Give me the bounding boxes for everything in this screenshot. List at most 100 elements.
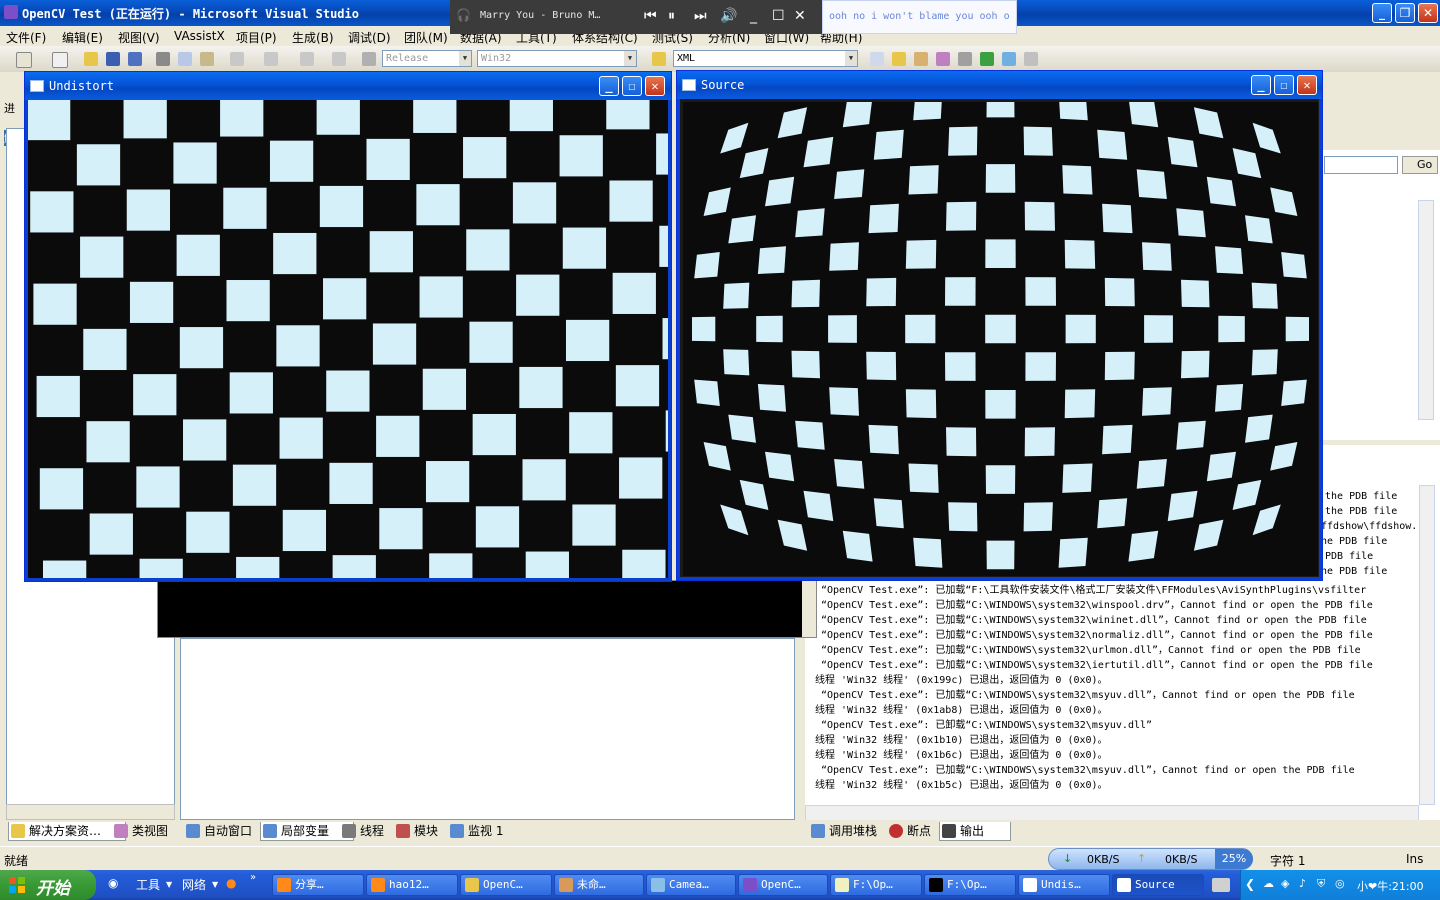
next-track-icon[interactable]: ⏭ bbox=[694, 8, 707, 24]
tab-label: 局部变量 bbox=[281, 824, 330, 838]
properties-scrollbar[interactable] bbox=[1418, 200, 1434, 420]
source-window[interactable]: Source _ ☐ ✕ bbox=[676, 70, 1323, 581]
navigate-back-icon[interactable] bbox=[300, 52, 314, 66]
add-item-icon[interactable] bbox=[52, 52, 68, 68]
menu-vassistx[interactable]: VAssistX bbox=[174, 29, 225, 43]
tab-watch-1[interactable]: 监视 1 bbox=[448, 822, 532, 840]
undistort-maximize-button[interactable]: ☐ bbox=[622, 76, 642, 96]
taskbar-item[interactable]: 分享… bbox=[272, 874, 364, 896]
restore-button[interactable]: ❐ bbox=[1395, 3, 1415, 23]
console-window[interactable] bbox=[157, 580, 817, 638]
taskbar-item[interactable]: F:\Op… bbox=[830, 874, 922, 896]
taskbar-item[interactable]: Camea… bbox=[646, 874, 736, 896]
undistorted-checkerboard bbox=[28, 100, 668, 578]
player-maximize-icon[interactable]: ☐ bbox=[772, 8, 785, 24]
security-icon[interactable]: ◎ bbox=[1335, 877, 1345, 890]
tab-solution-explorer[interactable]: 解决方案资… bbox=[8, 822, 126, 841]
quicklaunch-network[interactable]: 网络 bbox=[182, 876, 206, 893]
previous-track-icon[interactable]: ⏮ bbox=[644, 8, 657, 24]
output-vertical-scrollbar[interactable] bbox=[1419, 485, 1435, 805]
toolbox-icon[interactable] bbox=[936, 52, 950, 66]
pause-icon[interactable]: ⏸ bbox=[668, 8, 675, 24]
console-scrollbar[interactable] bbox=[802, 581, 816, 637]
taskbar-item[interactable]: 未命… bbox=[554, 874, 644, 896]
minimize-button[interactable]: _ bbox=[1372, 3, 1392, 23]
solution-platform-combo[interactable]: Win32 ▼ bbox=[477, 50, 637, 67]
ie-icon[interactable]: ◉ bbox=[108, 876, 118, 890]
undistort-minimize-button[interactable]: _ bbox=[599, 76, 619, 96]
save-icon[interactable] bbox=[106, 52, 120, 66]
find-combo[interactable]: XML ▼ bbox=[673, 50, 858, 67]
solution-horizontal-scrollbar[interactable] bbox=[6, 804, 175, 820]
more-chevron-icon[interactable]: » bbox=[250, 872, 256, 883]
copy-icon[interactable] bbox=[178, 52, 192, 66]
qq-icon[interactable]: ◈ bbox=[1281, 877, 1289, 890]
volume-icon[interactable]: 🔊 bbox=[720, 8, 737, 24]
close-button[interactable]: ✕ bbox=[1418, 3, 1438, 23]
undistort-close-button[interactable]: ✕ bbox=[645, 76, 665, 96]
checker-square bbox=[232, 464, 277, 506]
chevron-down-icon[interactable]: ▼ bbox=[212, 880, 218, 889]
music-player-bar[interactable]: 🎧 Marry You - Bruno M… ⏮ ⏸ ⏭ 🔊 _ ☐ ✕ bbox=[450, 0, 822, 34]
undistort-title-bar[interactable]: Undistort _ ☐ ✕ bbox=[25, 72, 671, 100]
menu-debug[interactable]: 调试(D) bbox=[348, 29, 391, 46]
window-icon[interactable] bbox=[1002, 52, 1016, 66]
source-minimize-button[interactable]: _ bbox=[1251, 75, 1271, 95]
menu-file[interactable]: 文件(F) bbox=[6, 29, 46, 46]
menu-project[interactable]: 项目(P) bbox=[236, 29, 277, 46]
network-speed-widget[interactable]: ↓ 0KB/S ↑ 0KB/S 25% bbox=[1048, 848, 1253, 870]
solution-config-combo[interactable]: Release ▼ bbox=[382, 50, 472, 67]
checker-square bbox=[559, 135, 603, 177]
editor-area[interactable] bbox=[180, 638, 795, 820]
paste-icon[interactable] bbox=[200, 52, 214, 66]
new-project-icon[interactable] bbox=[16, 52, 32, 68]
taskbar-item[interactable]: Source bbox=[1112, 874, 1204, 896]
menu-view[interactable]: 视图(V) bbox=[118, 29, 160, 46]
chevron-down-icon[interactable]: ▼ bbox=[166, 880, 172, 889]
output-line: “OpenCV Test.exe”: 已加载“C:\WINDOWS\system… bbox=[821, 600, 1373, 611]
tray-collapse-icon[interactable]: ❮ bbox=[1245, 877, 1255, 891]
taskbar-item[interactable]: OpenC… bbox=[738, 874, 828, 896]
navigate-forward-icon[interactable] bbox=[332, 52, 346, 66]
source-title-bar[interactable]: Source _ ☐ ✕ bbox=[677, 71, 1322, 99]
menu-edit[interactable]: 编辑(E) bbox=[62, 29, 103, 46]
find-in-files-icon[interactable] bbox=[652, 52, 666, 66]
properties-combo[interactable] bbox=[1324, 156, 1398, 174]
player-close-icon[interactable]: ✕ bbox=[794, 8, 806, 24]
object-browser-icon[interactable] bbox=[914, 52, 928, 66]
checker-square bbox=[509, 100, 553, 132]
save-all-icon[interactable] bbox=[128, 52, 142, 66]
solution-explorer-icon[interactable] bbox=[870, 52, 884, 66]
output-horizontal-scrollbar[interactable] bbox=[805, 805, 1419, 821]
clock[interactable]: 小❤牛:21:00 bbox=[1357, 878, 1424, 894]
keyboard-icon[interactable] bbox=[1212, 878, 1230, 892]
menu-team[interactable]: 团队(M) bbox=[404, 29, 448, 46]
source-close-button[interactable]: ✕ bbox=[1297, 75, 1317, 95]
menu-build[interactable]: 生成(B) bbox=[292, 29, 334, 46]
start-debugging-icon[interactable] bbox=[362, 52, 376, 66]
undistort-window[interactable]: Undistort _ ☐ ✕ bbox=[24, 71, 672, 582]
redo-icon[interactable] bbox=[264, 52, 278, 66]
undo-icon[interactable] bbox=[230, 52, 244, 66]
go-arrow-icon[interactable] bbox=[980, 52, 994, 66]
network-icon[interactable]: ☁ bbox=[1263, 877, 1274, 890]
tab-output[interactable]: 输出 bbox=[939, 822, 1011, 841]
cut-icon[interactable] bbox=[156, 52, 170, 66]
start-button[interactable]: 开始 bbox=[0, 870, 96, 900]
properties-icon[interactable] bbox=[892, 52, 906, 66]
taskbar-item[interactable]: Undis… bbox=[1018, 874, 1110, 896]
source-maximize-button[interactable]: ☐ bbox=[1274, 75, 1294, 95]
settings-icon[interactable] bbox=[958, 52, 972, 66]
checker-square bbox=[1136, 169, 1167, 199]
taskbar-item[interactable]: hao12… bbox=[366, 874, 458, 896]
command-window-icon[interactable] bbox=[1024, 52, 1038, 66]
taskbar-item[interactable]: OpenC… bbox=[460, 874, 552, 896]
taskbar-item[interactable]: F:\Op… bbox=[924, 874, 1016, 896]
firefox-icon[interactable]: ● bbox=[226, 876, 236, 890]
sound-icon[interactable]: ♪ bbox=[1299, 877, 1306, 890]
open-folder-icon[interactable] bbox=[84, 52, 98, 66]
player-minimize-icon[interactable]: _ bbox=[750, 8, 757, 24]
go-button[interactable]: Go bbox=[1402, 156, 1438, 174]
quicklaunch-tools[interactable]: 工具 bbox=[136, 876, 160, 893]
shield-icon[interactable]: ⛨ bbox=[1317, 877, 1325, 891]
